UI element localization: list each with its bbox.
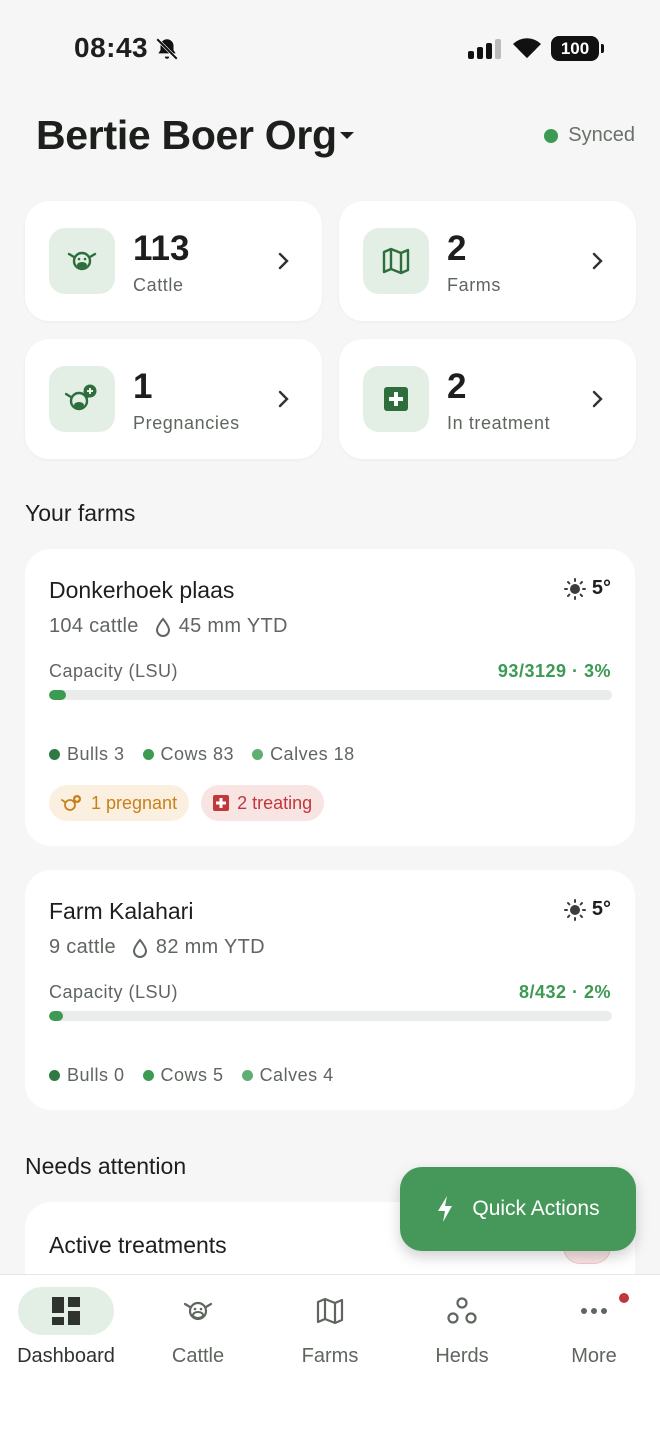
stat-label: Cattle: [133, 275, 184, 295]
bulls-dot-icon: [49, 749, 60, 760]
status-bar: 08:43 100: [0, 0, 660, 96]
active-treatments-title: Active treatments: [49, 1232, 227, 1258]
treating-tag-label: 2 treating: [237, 792, 313, 813]
org-switcher[interactable]: Bertie Boer Org: [36, 112, 337, 159]
capacity-label: Capacity (LSU): [49, 982, 179, 1002]
weather: 5°: [563, 577, 611, 600]
bell-muted-icon: [156, 38, 178, 60]
chevron-right-icon: [278, 390, 289, 408]
herds-icon: [447, 1297, 477, 1324]
stat-value: 2: [447, 229, 467, 268]
caret-down-icon[interactable]: [338, 131, 356, 141]
bottom-nav: Dashboard Cattle Farms Herds More: [0, 1274, 660, 1434]
sun-icon: [563, 577, 586, 600]
battery-indicator: 100: [551, 36, 604, 61]
cattle-count: 9 cattle: [49, 936, 116, 958]
stat-card-pregnancies[interactable]: 1 Pregnancies: [25, 339, 322, 459]
map-icon: [382, 247, 410, 275]
raindrop-icon: [155, 616, 170, 637]
sun-icon: [563, 898, 586, 921]
quick-actions-button[interactable]: Quick Actions: [400, 1167, 636, 1251]
nav-cattle[interactable]: Cattle: [132, 1287, 264, 1368]
map-icon: [316, 1297, 344, 1325]
raindrop-icon: [132, 937, 147, 958]
stat-label: Pregnancies: [133, 413, 240, 433]
temperature: 5°: [591, 577, 611, 599]
stat-label: Farms: [447, 275, 501, 295]
stat-value: 113: [133, 229, 190, 268]
cows-count: Cows 5: [160, 1065, 224, 1085]
bulls-count: Bulls 0: [67, 1065, 125, 1085]
cows-dot-icon: [142, 1070, 154, 1081]
signal-icon: [468, 39, 501, 59]
stat-card-cattle[interactable]: 113 Cattle: [25, 201, 322, 321]
medical-cross-icon: [384, 387, 408, 411]
stat-card-farms[interactable]: 2 Farms: [339, 201, 636, 321]
cattle-count: 104 cattle: [49, 615, 139, 637]
capacity-bar-fill: [49, 1011, 64, 1021]
weather: 5°: [563, 898, 611, 921]
pregnant-cow-icon: [65, 384, 97, 411]
sync-status-label: Synced: [568, 124, 635, 146]
bulls-dot-icon: [49, 1070, 60, 1081]
capacity-value: 8/432 · 2%: [518, 982, 611, 1002]
cow-icon: [183, 1301, 213, 1321]
sync-dot-icon: [544, 128, 559, 143]
temperature: 5°: [591, 898, 611, 920]
chevron-right-icon: [592, 252, 603, 270]
wifi-icon: [513, 38, 541, 58]
nav-herds-label: Herds: [435, 1345, 489, 1367]
capacity-label: Capacity (LSU): [49, 661, 179, 681]
status-time: 08:43: [74, 32, 149, 63]
pregnant-tag-label: 1 pregnant: [91, 792, 178, 813]
herd-breakdown: Bulls 0 Cows 5 Calves 4: [49, 1065, 334, 1086]
nav-dashboard[interactable]: Dashboard: [0, 1287, 132, 1368]
pregnant-tag[interactable]: 1 pregnant: [49, 785, 190, 821]
farm-card[interactable]: Farm Kalahari 5° 9 cattle 82 mm YTD Capa…: [25, 870, 635, 1110]
nav-more[interactable]: More: [528, 1287, 660, 1368]
pregnant-cow-icon: [61, 795, 81, 811]
capacity-value: 93/3129 · 3%: [497, 661, 611, 681]
calves-count: Calves 18: [270, 744, 355, 764]
sync-status: Synced: [544, 124, 635, 147]
chevron-right-icon: [278, 252, 289, 270]
calves-dot-icon: [241, 1070, 253, 1081]
stat-label: In treatment: [447, 413, 551, 433]
nav-more-label: More: [571, 1345, 617, 1367]
chevron-right-icon: [592, 390, 603, 408]
dashboard-icon: [52, 1297, 80, 1325]
quick-actions-label: Quick Actions: [472, 1197, 600, 1220]
rainfall: 82 mm YTD: [155, 936, 265, 958]
calves-dot-icon: [252, 749, 264, 760]
herd-breakdown: Bulls 3 Cows 83 Calves 18: [49, 744, 355, 765]
notification-dot-icon: [619, 1293, 629, 1303]
rainfall: 45 mm YTD: [178, 615, 288, 637]
lightning-icon: [438, 1196, 453, 1222]
stat-value: 2: [447, 367, 467, 406]
bulls-count: Bulls 3: [67, 744, 125, 764]
needs-attention-heading: Needs attention: [25, 1153, 187, 1179]
farm-name: Donkerhoek plaas: [49, 577, 235, 603]
nav-farms[interactable]: Farms: [264, 1287, 396, 1368]
nav-farms-label: Farms: [301, 1345, 359, 1367]
treating-tag[interactable]: 2 treating: [201, 785, 325, 821]
cows-count: Cows 83: [160, 744, 235, 764]
cow-icon: [67, 251, 97, 271]
more-icon: [581, 1308, 607, 1314]
capacity-bar-fill: [49, 690, 66, 700]
farm-name: Farm Kalahari: [49, 898, 194, 924]
cows-dot-icon: [142, 749, 154, 760]
nav-herds[interactable]: Herds: [396, 1287, 528, 1368]
stat-value: 1: [133, 367, 153, 406]
stat-card-in-treatment[interactable]: 2 In treatment: [339, 339, 636, 459]
medical-cross-icon: [213, 795, 230, 811]
your-farms-heading: Your farms: [25, 500, 136, 526]
capacity-bar: [49, 1011, 612, 1021]
capacity-bar: [49, 690, 612, 700]
calves-count: Calves 4: [259, 1065, 334, 1085]
nav-cattle-label: Cattle: [171, 1345, 225, 1367]
nav-dashboard-label: Dashboard: [17, 1345, 115, 1367]
farm-card[interactable]: Donkerhoek plaas 5° 104 cattle 45 mm YTD…: [25, 549, 635, 846]
